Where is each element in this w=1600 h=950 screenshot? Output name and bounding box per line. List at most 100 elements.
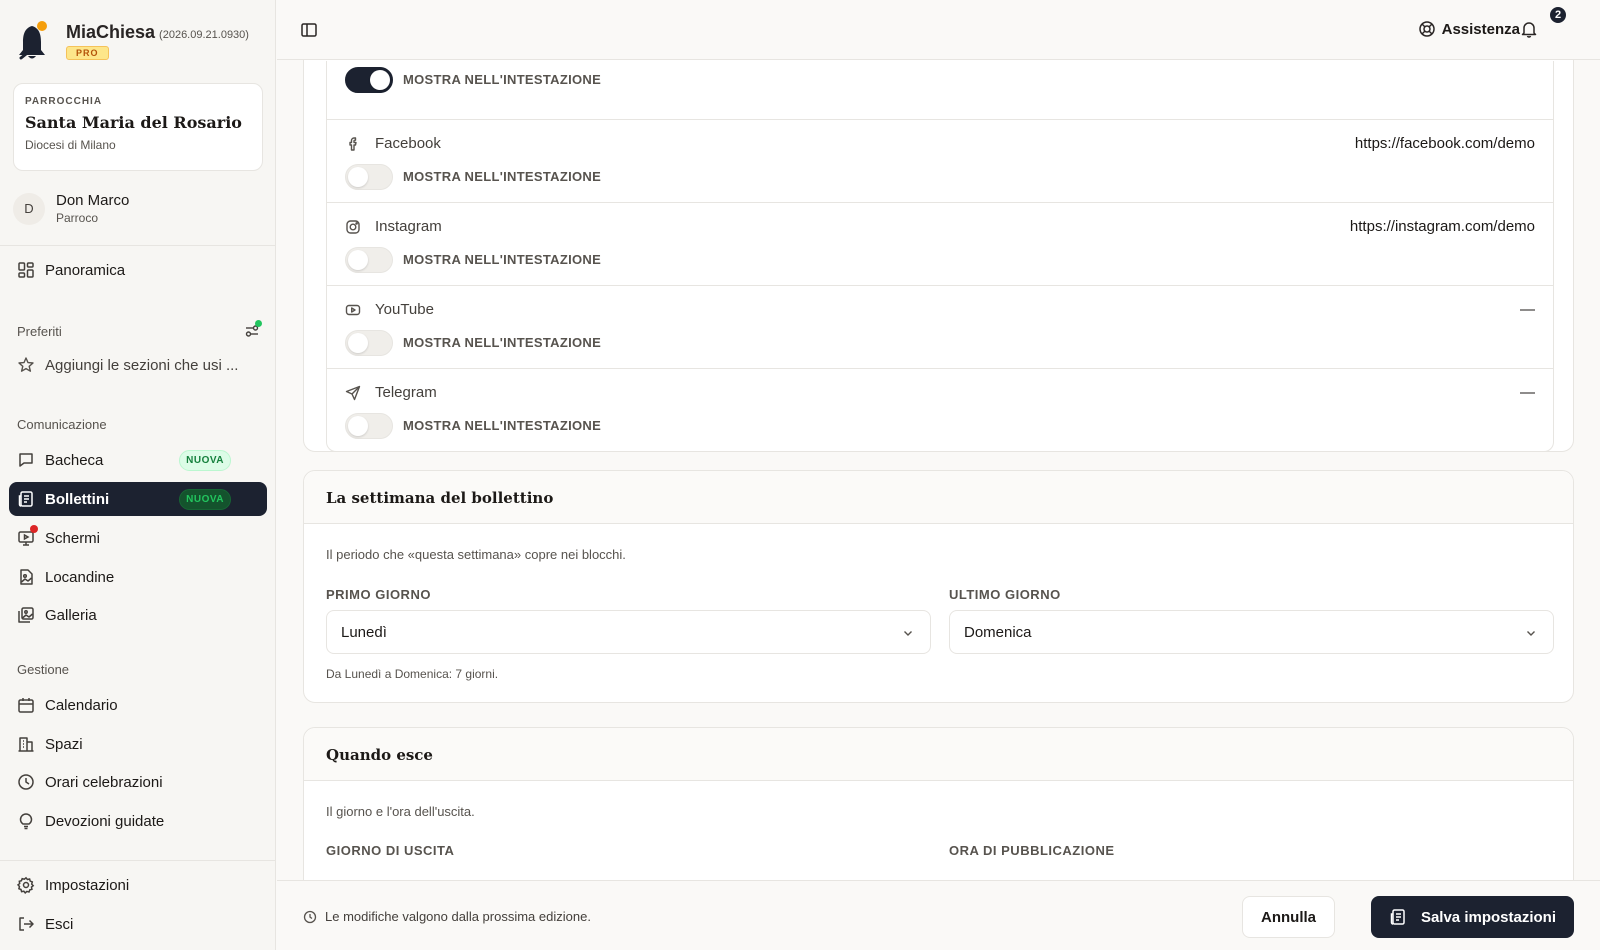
social-name: Instagram	[375, 218, 442, 235]
sidebar-item-schedules[interactable]: Orari celebrazioni	[9, 765, 267, 799]
social-url: —	[1520, 384, 1535, 401]
facebook-icon	[345, 136, 375, 152]
new-badge: NUOVA	[179, 449, 231, 471]
sidebar-item-posters[interactable]: Locandine	[9, 560, 267, 594]
sidebar-item-screens[interactable]: Schermi	[9, 521, 267, 555]
new-badge: NUOVA	[179, 488, 231, 510]
help-button[interactable]: Assistenza	[1418, 20, 1520, 38]
sidebar-item-overview[interactable]: Panoramica	[9, 253, 267, 287]
list-item: MOSTRA NELL'INTESTAZIONE	[327, 61, 1553, 119]
sidebar-item-bulletins[interactable]: Bollettini NUOVA	[9, 482, 267, 516]
images-icon	[17, 606, 35, 624]
send-icon	[345, 385, 375, 401]
sidebar-item-calendar[interactable]: Calendario	[9, 688, 267, 722]
sidebar-item-settings[interactable]: Impostazioni	[9, 868, 267, 902]
sidebar-item-label: Devozioni guidate	[45, 812, 165, 830]
cancel-button[interactable]: Annulla	[1242, 896, 1335, 938]
sidebar-item-devotions[interactable]: Devozioni guidate	[9, 804, 267, 838]
sidebar-divider	[0, 860, 276, 861]
communication-label: Comunicazione	[17, 417, 107, 432]
instagram-icon	[345, 219, 375, 235]
show-in-header-toggle[interactable]	[345, 247, 393, 273]
sidebar-item-label: Orari celebrazioni	[45, 773, 163, 791]
bell-logo-icon	[16, 20, 50, 62]
social-name: Facebook	[375, 135, 441, 152]
footer-note: Le modifiche valgono dalla prossima ediz…	[303, 909, 591, 924]
select-value: Domenica	[964, 624, 1032, 641]
list-item: Telegram — MOSTRA NELL'INTESTAZIONE	[327, 368, 1553, 451]
sidebar-item-label: Aggiungi le sezioni che usi ...	[45, 356, 239, 374]
show-in-header-toggle[interactable]	[345, 413, 393, 439]
toggle-label: MOSTRA NELL'INTESTAZIONE	[403, 418, 602, 433]
parish-card[interactable]: PARROCCHIA Santa Maria del Rosario Dioce…	[13, 83, 263, 171]
sidebar-item-logout[interactable]: Esci	[9, 907, 267, 941]
user-name: Don Marco	[56, 192, 130, 209]
sidebar-item-add-favorites[interactable]: Aggiungi le sezioni che usi ...	[9, 348, 267, 382]
top-bar: Assistenza 2	[277, 0, 1600, 60]
file-image-icon	[17, 568, 35, 586]
last-day-select[interactable]: Domenica	[949, 610, 1554, 654]
status-dot	[255, 320, 262, 327]
customize-favorites-icon[interactable]	[244, 320, 262, 339]
first-day-label: PRIMO GIORNO	[326, 587, 431, 602]
show-in-header-toggle[interactable]	[345, 330, 393, 356]
newspaper-icon	[17, 490, 35, 508]
social-url: https://facebook.com/demo	[1354, 135, 1535, 152]
notification-count-badge: 2	[1548, 5, 1568, 25]
app-name: MiaChiesa	[66, 22, 156, 42]
list-item: Instagram https://instagram.com/demo MOS…	[327, 202, 1553, 285]
toggle-label: MOSTRA NELL'INTESTAZIONE	[403, 72, 602, 87]
sidebar-item-label: Calendario	[45, 696, 118, 714]
sidebar-item-label: Locandine	[45, 568, 115, 586]
alert-dot	[30, 525, 38, 533]
action-footer: Le modifiche valgono dalla prossima ediz…	[277, 880, 1600, 950]
calendar-icon	[17, 696, 35, 714]
first-day-select[interactable]: Lunedì	[326, 610, 931, 654]
pro-badge: PRO	[66, 46, 109, 60]
sidebar-item-spaces[interactable]: Spazi	[9, 727, 267, 761]
footer-note-text: Le modifiche valgono dalla prossima ediz…	[325, 909, 591, 924]
social-name: Telegram	[375, 384, 437, 401]
release-day-label: GIORNO DI USCITA	[326, 843, 455, 858]
favorites-label: Preferiti	[17, 324, 62, 339]
lifebuoy-icon	[1418, 20, 1442, 38]
list-item: Facebook https://facebook.com/demo MOSTR…	[327, 119, 1553, 202]
clock-icon	[17, 773, 35, 791]
help-label: Assistenza	[1441, 20, 1520, 38]
sidebar-item-gallery[interactable]: Galleria	[9, 598, 267, 632]
release-time-label: ORA DI PUBBLICAZIONE	[949, 843, 1115, 858]
logout-icon	[17, 915, 35, 933]
sidebar-toggle-icon[interactable]	[300, 21, 318, 39]
main-content: MOSTRA NELL'INTESTAZIONE Facebook https:…	[277, 60, 1600, 880]
release-card: Quando esce Il giorno e l'ora dell'uscit…	[303, 727, 1574, 880]
select-value: Lunedì	[341, 624, 387, 641]
sidebar-item-label: Impostazioni	[45, 876, 130, 894]
social-url: —	[1520, 301, 1535, 318]
lightbulb-icon	[17, 812, 35, 830]
sidebar-item-label: Esci	[45, 915, 74, 933]
sidebar-divider	[0, 245, 276, 246]
save-button-label: Salva impostazioni	[1420, 908, 1556, 926]
monitor-icon	[17, 525, 38, 547]
bulletin-week-card: La settimana del bollettino Il periodo c…	[303, 470, 1574, 703]
sidebar-item-label: Spazi	[45, 735, 83, 753]
sidebar-item-board[interactable]: Bacheca NUOVA	[9, 443, 267, 477]
social-url: https://instagram.com/demo	[1349, 218, 1535, 235]
message-icon	[17, 451, 35, 469]
show-in-header-toggle[interactable]	[345, 164, 393, 190]
sidebar: MiaChiesa (2026.09.21.0930) PRO PARROCCHI…	[0, 0, 276, 950]
card-title: Quando esce	[304, 728, 1573, 781]
show-in-header-toggle[interactable]	[345, 67, 393, 93]
list-item: YouTube — MOSTRA NELL'INTESTAZIONE	[327, 285, 1553, 368]
clock-icon	[303, 910, 325, 924]
social-links-card: MOSTRA NELL'INTESTAZIONE Facebook https:…	[303, 60, 1574, 452]
toggle-label: MOSTRA NELL'INTESTAZIONE	[403, 252, 602, 267]
sidebar-item-label: Bacheca	[45, 451, 104, 469]
user-profile[interactable]: D Don Marco Parroco	[13, 192, 129, 225]
sidebar-item-label: Panoramica	[45, 261, 126, 279]
brand[interactable]: MiaChiesa (2026.09.21.0930) PRO	[16, 20, 249, 62]
save-settings-button[interactable]: Salva impostazioni	[1370, 896, 1574, 938]
card-title: La settimana del bollettino	[304, 471, 1573, 524]
social-links-list: MOSTRA NELL'INTESTAZIONE Facebook https:…	[326, 61, 1554, 452]
notification-bell-icon[interactable]	[1520, 20, 1538, 38]
